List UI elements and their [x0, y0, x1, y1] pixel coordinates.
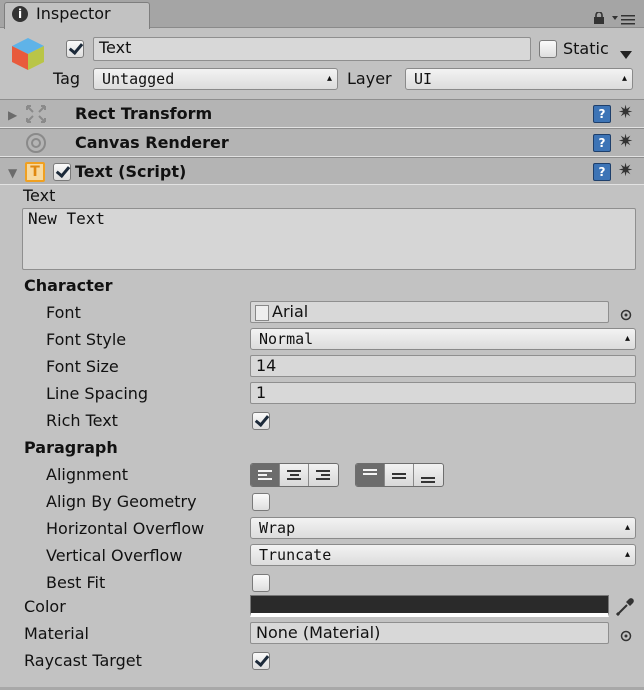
align-bottom-button[interactable] — [414, 464, 443, 486]
raycast-target-label: Raycast Target — [24, 651, 142, 670]
vertical-overflow-label: Vertical Overflow — [46, 546, 183, 565]
font-style-label: Font Style — [46, 330, 127, 349]
horizontal-overflow-label: Horizontal Overflow — [46, 519, 205, 538]
gear-icon[interactable]: ✷ — [618, 104, 633, 122]
text-area-value: New Text — [28, 209, 106, 228]
dropdown-arrows-icon: ▴ — [326, 73, 332, 84]
text-component-enabled-checkbox[interactable] — [53, 163, 71, 181]
align-middle-button[interactable] — [385, 464, 414, 486]
font-label: Font — [46, 303, 81, 322]
cube-icon — [10, 36, 46, 72]
gear-icon[interactable]: ✷ — [618, 162, 633, 180]
best-fit-label: Best Fit — [46, 573, 106, 592]
alignment-label: Alignment — [46, 465, 128, 484]
material-label: Material — [24, 624, 89, 643]
line-spacing-field[interactable]: 1 — [250, 382, 636, 404]
lock-icon[interactable] — [594, 9, 604, 24]
rich-text-checkbox[interactable] — [252, 412, 270, 430]
text-area[interactable]: New Text — [22, 208, 636, 270]
vertical-alignment-group — [355, 463, 444, 487]
dropdown-arrows-icon: ▴ — [621, 73, 627, 84]
static-label: Static — [563, 39, 609, 58]
text-component-icon: T — [25, 162, 45, 182]
font-size-field[interactable]: 14 — [250, 355, 636, 377]
align-by-geometry-checkbox[interactable] — [252, 493, 270, 511]
font-style-dropdown[interactable]: Normal ▴ — [250, 328, 636, 350]
raycast-target-checkbox[interactable] — [252, 652, 270, 670]
layer-value: UI — [414, 70, 433, 88]
dropdown-arrows-icon: ▴ — [624, 522, 630, 533]
foldout-collapsed-icon[interactable]: ▶ — [8, 108, 17, 122]
rect-transform-icon — [24, 103, 48, 125]
character-header: Character — [24, 276, 113, 295]
paragraph-header: Paragraph — [24, 438, 118, 457]
color-label: Color — [24, 597, 66, 616]
help-book-icon[interactable]: ? — [593, 134, 611, 152]
dropdown-arrows-icon: ▴ — [624, 549, 630, 560]
best-fit-checkbox[interactable] — [252, 574, 270, 592]
font-field[interactable]: Arial — [250, 301, 609, 323]
static-checkbox[interactable] — [539, 40, 557, 58]
gameobject-active-checkbox[interactable] — [66, 40, 84, 58]
horizontal-overflow-value: Wrap — [259, 519, 296, 537]
align-right-button[interactable] — [309, 464, 338, 486]
line-spacing-label: Line Spacing — [46, 384, 149, 403]
component-header-text-script[interactable]: ▼ T Text (Script) ? ✷ — [0, 157, 644, 185]
color-field[interactable] — [250, 595, 609, 617]
tag-label: Tag — [53, 69, 81, 88]
help-book-icon[interactable]: ? — [593, 163, 611, 181]
align-by-geometry-label: Align By Geometry — [46, 492, 197, 511]
static-dropdown-arrow[interactable] — [620, 44, 632, 59]
layer-label: Layer — [347, 69, 392, 88]
align-center-button[interactable] — [280, 464, 309, 486]
foldout-expanded-icon[interactable]: ▼ — [8, 166, 17, 180]
component-header-rect-transform[interactable]: ▶ Rect Transform ? ✷ — [0, 99, 644, 128]
horizontal-overflow-dropdown[interactable]: Wrap ▴ — [250, 517, 636, 539]
gear-icon[interactable]: ✷ — [618, 133, 633, 151]
font-value: Arial — [272, 302, 309, 321]
component-name: Rect Transform — [75, 104, 213, 123]
component-header-canvas-renderer[interactable]: Canvas Renderer ? ✷ — [0, 128, 644, 157]
dropdown-arrows-icon: ▴ — [624, 333, 630, 344]
tag-dropdown[interactable]: Untagged ▴ — [93, 68, 338, 90]
font-style-value: Normal — [259, 330, 314, 348]
layer-dropdown[interactable]: UI ▴ — [405, 68, 633, 90]
align-left-button[interactable] — [251, 464, 280, 486]
horizontal-alignment-group — [250, 463, 339, 487]
component-name: Text (Script) — [75, 162, 187, 181]
eyedropper-icon[interactable] — [614, 596, 636, 618]
tag-value: Untagged — [102, 70, 175, 88]
canvas-renderer-icon — [24, 132, 48, 154]
align-top-button[interactable] — [356, 464, 385, 486]
font-size-label: Font Size — [46, 357, 119, 376]
object-picker-icon[interactable] — [620, 306, 632, 321]
object-picker-icon[interactable] — [620, 627, 632, 642]
component-name: Canvas Renderer — [75, 133, 229, 152]
font-asset-icon — [255, 304, 269, 321]
menu-icon[interactable] — [612, 10, 636, 25]
vertical-overflow-dropdown[interactable]: Truncate ▴ — [250, 544, 636, 566]
gameobject-name-field[interactable]: Text — [93, 37, 531, 61]
vertical-overflow-value: Truncate — [259, 546, 332, 564]
inspector-tab-title: Inspector — [36, 4, 111, 23]
help-book-icon[interactable]: ? — [593, 105, 611, 123]
material-field[interactable]: None (Material) — [250, 622, 609, 644]
rich-text-label: Rich Text — [46, 411, 118, 430]
info-icon: i — [12, 6, 28, 22]
text-label: Text — [23, 186, 56, 205]
